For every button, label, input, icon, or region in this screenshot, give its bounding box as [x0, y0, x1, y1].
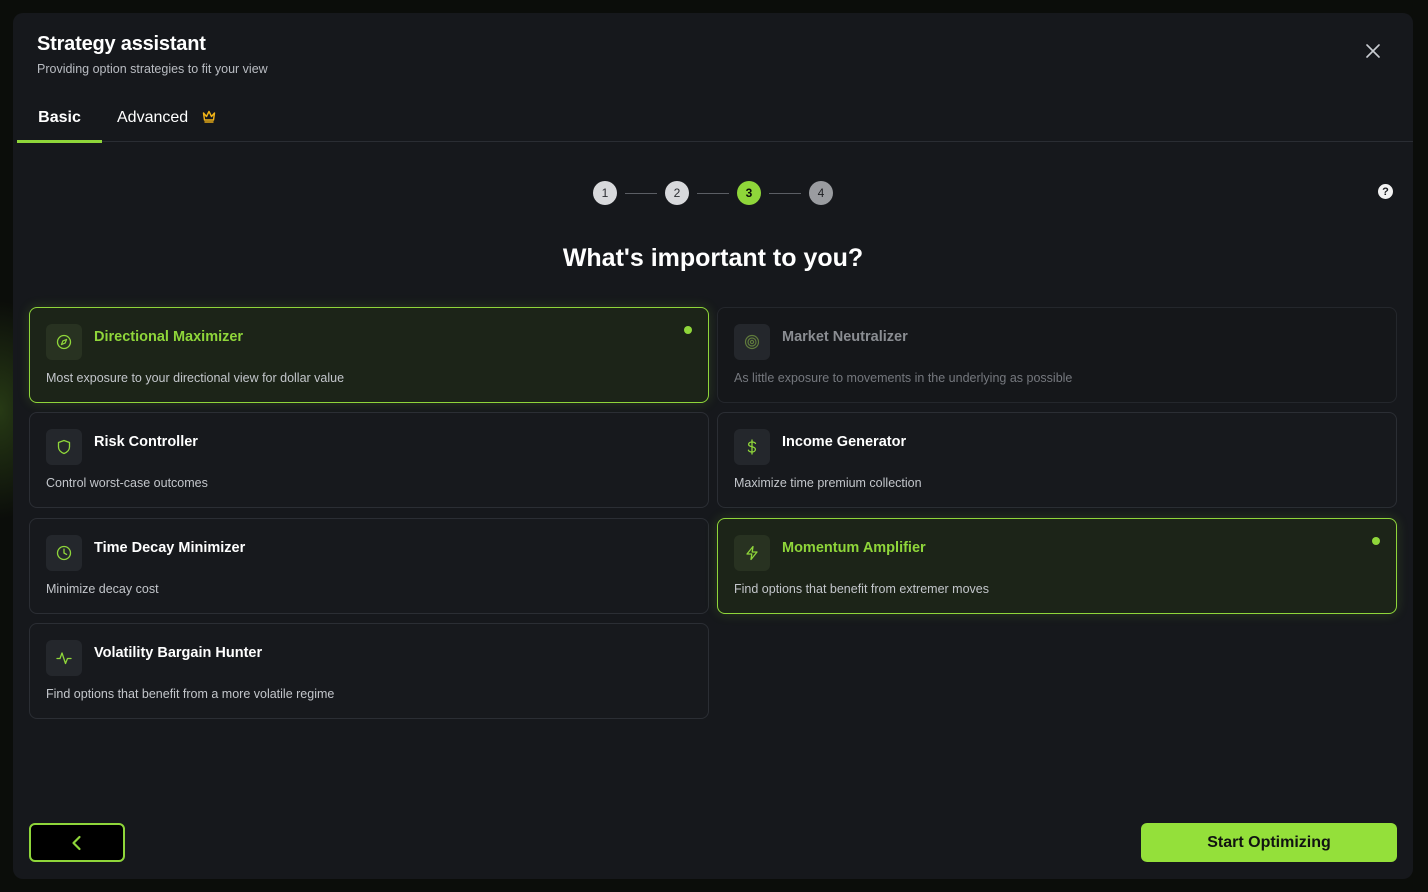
selected-indicator	[1372, 537, 1380, 545]
option-description: Most exposure to your directional view f…	[46, 371, 345, 385]
step-connector	[625, 192, 657, 194]
option-title: Time Decay Minimizer	[94, 540, 246, 556]
modal-title: Strategy assistant	[37, 33, 206, 55]
option-title: Volatility Bargain Hunter	[94, 645, 263, 661]
back-button[interactable]	[29, 823, 125, 862]
step-connector	[697, 192, 729, 194]
option-icon-box	[46, 324, 82, 360]
option-icon-box	[734, 535, 770, 571]
dollar-icon	[747, 439, 757, 455]
option-description: As little exposure to movements in the u…	[734, 371, 1073, 385]
option-directional-maximizer[interactable]: Directional Maximizer Most exposure to y…	[29, 307, 709, 403]
start-optimizing-button[interactable]: Start Optimizing	[1141, 823, 1397, 862]
option-income-generator[interactable]: Income Generator Maximize time premium c…	[717, 412, 1397, 508]
crown-icon	[202, 110, 216, 123]
lightning-icon	[746, 545, 758, 561]
modal-subtitle: Providing option strategies to fit your …	[37, 62, 268, 76]
tab-bar: Basic Advanced	[17, 109, 1413, 143]
step-1[interactable]: 1	[593, 181, 617, 205]
option-icon-box	[46, 429, 82, 465]
step-connector	[769, 192, 801, 194]
pulse-icon	[56, 652, 72, 665]
option-icon-box	[734, 324, 770, 360]
option-title: Directional Maximizer	[94, 329, 244, 345]
selected-indicator	[684, 326, 692, 334]
shield-icon	[57, 439, 71, 455]
option-icon-box	[46, 640, 82, 676]
option-description: Find options that benefit from extremer …	[734, 582, 989, 596]
option-market-neutralizer[interactable]: Market Neutralizer As little exposure to…	[717, 307, 1397, 403]
help-icon[interactable]: ?	[1378, 184, 1393, 199]
progress-stepper: 1 2 3 4	[593, 180, 833, 206]
option-description: Control worst-case outcomes	[46, 476, 208, 490]
option-icon-box	[46, 535, 82, 571]
strategy-assistant-modal: Strategy assistant Providing option stra…	[13, 13, 1413, 879]
option-description: Find options that benefit from a more vo…	[46, 687, 335, 701]
step-2[interactable]: 2	[665, 181, 689, 205]
target-icon	[744, 334, 760, 350]
tab-advanced[interactable]: Advanced	[117, 109, 216, 141]
option-icon-box	[734, 429, 770, 465]
step-4[interactable]: 4	[809, 181, 833, 205]
option-title: Risk Controller	[94, 434, 198, 450]
chevron-left-icon	[72, 835, 81, 850]
close-icon	[1366, 44, 1380, 58]
compass-icon	[56, 334, 72, 350]
option-volatility-bargain-hunter[interactable]: Volatility Bargain Hunter Find options t…	[29, 623, 709, 719]
option-title: Momentum Amplifier	[782, 540, 926, 556]
option-title: Income Generator	[782, 434, 907, 450]
start-optimizing-label: Start Optimizing	[1207, 833, 1331, 851]
step-3[interactable]: 3	[737, 181, 761, 205]
tab-advanced-label: Advanced	[117, 109, 189, 126]
close-button[interactable]	[1362, 40, 1384, 62]
option-time-decay-minimizer[interactable]: Time Decay Minimizer Minimize decay cost	[29, 518, 709, 614]
clock-icon	[56, 545, 72, 561]
option-risk-controller[interactable]: Risk Controller Control worst-case outco…	[29, 412, 709, 508]
tab-basic[interactable]: Basic	[17, 109, 102, 143]
option-description: Maximize time premium collection	[734, 476, 922, 490]
tab-basic-label: Basic	[38, 109, 81, 126]
option-momentum-amplifier[interactable]: Momentum Amplifier Find options that ben…	[717, 518, 1397, 614]
option-title: Market Neutralizer	[782, 329, 908, 345]
question-heading: What's important to you?	[562, 244, 864, 272]
option-description: Minimize decay cost	[46, 582, 159, 596]
